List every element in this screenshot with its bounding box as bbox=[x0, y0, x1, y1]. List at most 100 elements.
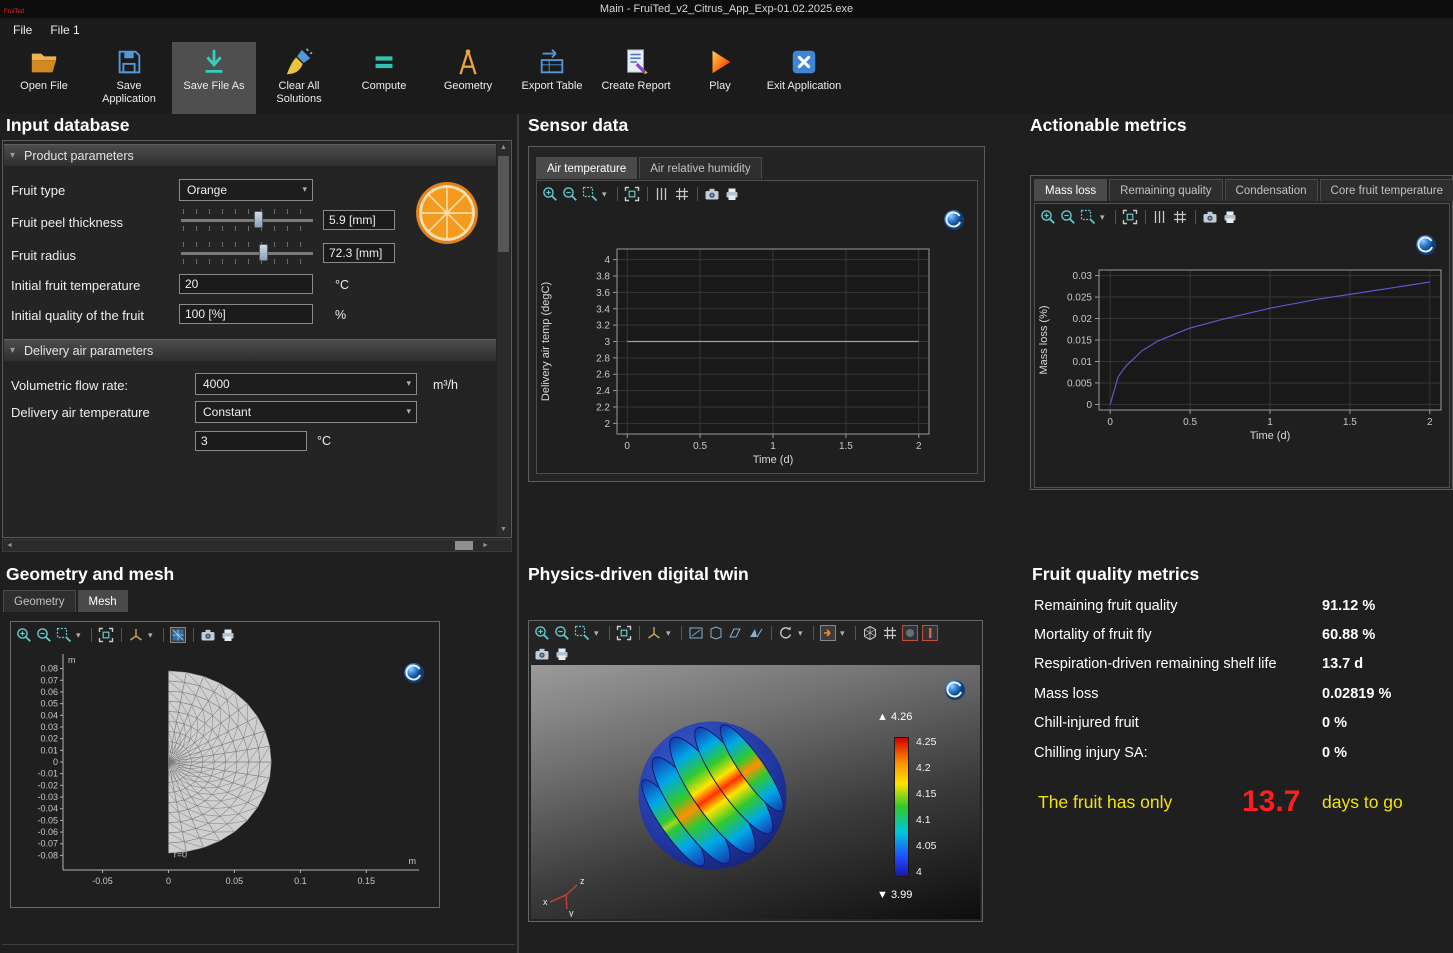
metrics-tab-mass-loss[interactable]: Mass loss bbox=[1034, 179, 1107, 201]
toolbar-save-file-as-button[interactable]: Save File As bbox=[172, 42, 256, 114]
axis-orientation-icon[interactable] bbox=[128, 627, 145, 643]
section-product-parameters[interactable]: ▾ Product parameters bbox=[4, 144, 496, 166]
zoom-extents-icon[interactable] bbox=[624, 186, 641, 202]
camera-icon[interactable] bbox=[704, 186, 721, 202]
scrollbar-thumb[interactable] bbox=[498, 156, 509, 252]
peel-thickness-slider[interactable] bbox=[179, 207, 315, 233]
zoom-out-icon[interactable] bbox=[554, 625, 571, 641]
digital-twin-viewport[interactable]: ▲ 4.26 4.254.24.154.14.054 ▼ 3.99 x y z bbox=[531, 665, 980, 919]
camera-icon[interactable] bbox=[200, 627, 217, 643]
sensor-tab-air-temperature[interactable]: Air temperature bbox=[536, 157, 637, 179]
axis-orientation-icon[interactable] bbox=[646, 625, 663, 641]
camera-icon[interactable] bbox=[1202, 209, 1219, 225]
initial-quality-unit: % bbox=[335, 308, 346, 322]
delivery-air-temperature-select[interactable]: Constant ▾ bbox=[195, 401, 417, 423]
scroll-up-icon[interactable]: ▲ bbox=[497, 142, 510, 154]
zoom-box-icon[interactable] bbox=[56, 627, 73, 643]
zoom-extents-icon[interactable] bbox=[616, 625, 633, 641]
metrics-tab-condensation[interactable]: Condensation bbox=[1225, 179, 1318, 201]
scrollbar-thumb[interactable] bbox=[455, 541, 473, 550]
caret-down-icon[interactable]: ▾ bbox=[76, 630, 85, 641]
zoom-in-icon[interactable] bbox=[534, 625, 551, 641]
fruit-radius-value[interactable] bbox=[323, 243, 395, 263]
slider-handle[interactable] bbox=[259, 244, 268, 261]
menu-file[interactable]: File bbox=[4, 20, 41, 40]
caret-down-icon[interactable]: ▾ bbox=[602, 189, 611, 200]
view-xy-icon[interactable] bbox=[688, 625, 705, 641]
view-yz-icon[interactable] bbox=[708, 625, 725, 641]
geometry-tab-mesh[interactable]: Mesh bbox=[78, 590, 128, 612]
scroll-right-icon[interactable]: ► bbox=[479, 540, 492, 551]
slider-track[interactable] bbox=[181, 252, 313, 255]
zoom-box-icon[interactable] bbox=[1080, 209, 1097, 225]
toolbar-create-report-button[interactable]: Create Report bbox=[594, 42, 678, 114]
print-icon[interactable] bbox=[1222, 209, 1239, 225]
sensor-chart-canvas[interactable]: 00.511.5222.22.42.62.833.23.43.63.84Time… bbox=[537, 205, 979, 473]
print-icon[interactable] bbox=[220, 627, 237, 643]
caret-down-icon[interactable]: ▾ bbox=[148, 630, 157, 641]
slider-track[interactable] bbox=[181, 219, 313, 222]
fruit-radius-slider[interactable] bbox=[179, 240, 315, 266]
flip-view-icon[interactable] bbox=[748, 625, 765, 641]
horizontal-scrollbar[interactable]: ◄ ► bbox=[2, 539, 512, 552]
zoom-out-icon[interactable] bbox=[36, 627, 53, 643]
print-icon[interactable] bbox=[724, 186, 741, 202]
toolbar-geometry-button[interactable]: Geometry bbox=[426, 42, 510, 114]
vertical-scrollbar[interactable]: ▲ ▼ bbox=[497, 142, 510, 536]
rotate-view-icon[interactable] bbox=[778, 625, 795, 641]
slider-handle[interactable] bbox=[254, 211, 263, 228]
zoom-in-icon[interactable] bbox=[542, 186, 559, 202]
app-toolbar: Open FileSave ApplicationSave File AsCle… bbox=[0, 42, 1453, 114]
clip-plane-icon[interactable] bbox=[922, 625, 939, 641]
toolbar-export-table-button[interactable]: Export Table bbox=[510, 42, 594, 114]
transparency-icon[interactable] bbox=[902, 625, 919, 641]
caret-down-icon[interactable]: ▾ bbox=[666, 628, 675, 639]
zoom-extents-icon[interactable] bbox=[1122, 209, 1139, 225]
scroll-down-icon[interactable]: ▼ bbox=[497, 524, 510, 536]
grid-lines-icon[interactable] bbox=[1172, 209, 1189, 225]
toolbar-compute-button[interactable]: Compute bbox=[342, 42, 426, 114]
go-button-icon[interactable] bbox=[820, 625, 837, 641]
zoom-out-icon[interactable] bbox=[1060, 209, 1077, 225]
geometry-tab-geometry[interactable]: Geometry bbox=[3, 590, 76, 612]
y-axis-lines-icon[interactable] bbox=[1152, 209, 1169, 225]
scene-cube-icon[interactable] bbox=[862, 625, 879, 641]
zoom-box-icon[interactable] bbox=[582, 186, 599, 202]
zoom-in-icon[interactable] bbox=[1040, 209, 1057, 225]
caret-down-icon[interactable]: ▾ bbox=[1100, 212, 1109, 223]
colorbar-tick-label: 4.05 bbox=[916, 840, 936, 852]
menu-file-1[interactable]: File 1 bbox=[41, 20, 88, 40]
zoom-in-icon[interactable] bbox=[16, 627, 33, 643]
toolbar-open-file-button[interactable]: Open File bbox=[2, 42, 86, 114]
initial-quality-input[interactable] bbox=[179, 304, 313, 324]
mesh-render-icon[interactable] bbox=[170, 627, 187, 643]
grid-lines-icon[interactable] bbox=[882, 625, 899, 641]
caret-down-icon[interactable]: ▾ bbox=[798, 628, 807, 639]
toolbar-save-application-button[interactable]: Save Application bbox=[86, 42, 172, 114]
massloss-chart-canvas[interactable]: 00.511.5200.0050.010.0150.020.0250.03Tim… bbox=[1035, 228, 1451, 489]
caret-down-icon[interactable]: ▾ bbox=[594, 628, 603, 639]
metrics-tab-remaining-quality[interactable]: Remaining quality bbox=[1109, 179, 1222, 201]
flow-rate-select[interactable]: 4000 ▾ bbox=[195, 373, 417, 395]
metrics-tab-core-fruit-temperature[interactable]: Core fruit temperature bbox=[1320, 179, 1453, 201]
sensor-tab-air-relative-humidity[interactable]: Air relative humidity bbox=[639, 157, 761, 179]
mesh-plot-canvas[interactable]: 0.080.070.060.050.040.030.020.010-0.01-0… bbox=[11, 644, 439, 907]
view-xz-icon[interactable] bbox=[728, 625, 745, 641]
zoom-out-icon[interactable] bbox=[562, 186, 579, 202]
zoom-box-icon[interactable] bbox=[574, 625, 591, 641]
section-delivery-air-parameters[interactable]: ▾ Delivery air parameters bbox=[4, 339, 496, 361]
peel-thickness-value[interactable] bbox=[323, 210, 395, 230]
initial-temperature-input[interactable] bbox=[179, 274, 313, 294]
fruit-type-select[interactable]: Orange ▾ bbox=[179, 179, 313, 201]
caret-down-icon[interactable]: ▾ bbox=[840, 628, 849, 639]
toolbar-exit-application-button[interactable]: Exit Application bbox=[762, 42, 846, 114]
toolbar-clear-all-solutions-button[interactable]: Clear All Solutions bbox=[256, 42, 342, 114]
delivery-temperature-input[interactable] bbox=[195, 431, 307, 451]
scroll-left-icon[interactable]: ◄ bbox=[3, 540, 16, 551]
zoom-extents-icon[interactable] bbox=[98, 627, 115, 643]
print-icon[interactable] bbox=[554, 646, 571, 662]
y-axis-lines-icon[interactable] bbox=[654, 186, 671, 202]
toolbar-play-button[interactable]: Play bbox=[678, 42, 762, 114]
camera-icon[interactable] bbox=[534, 646, 551, 662]
grid-lines-icon[interactable] bbox=[674, 186, 691, 202]
